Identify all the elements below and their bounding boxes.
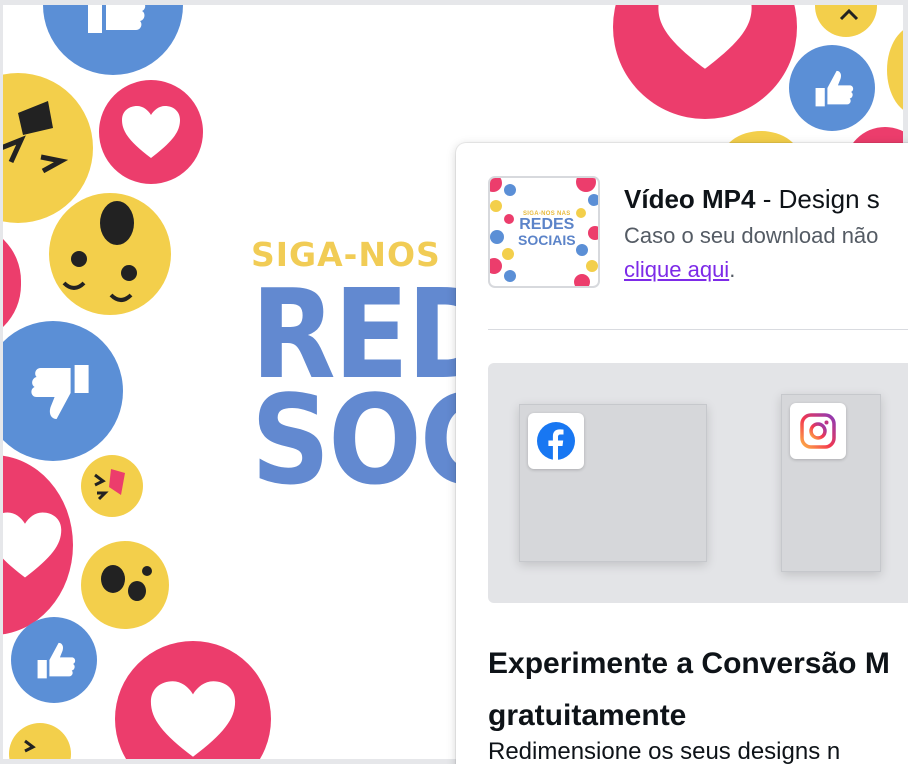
thumbnail-decoration: [576, 244, 588, 256]
design-thumbnail[interactable]: SIGA-NOS NAS REDES SOCIAIS: [488, 176, 600, 288]
instagram-icon: [800, 413, 836, 449]
heart-emoji: [115, 641, 271, 759]
like-emoji: [43, 5, 183, 75]
surprised-emoji: [49, 193, 171, 315]
thumbnail-decoration: [586, 260, 598, 272]
thumbnail-decoration: [576, 178, 596, 192]
thumbnail-decoration: [504, 270, 516, 282]
thumbnail-decoration: [504, 184, 516, 196]
link-suffix: .: [729, 257, 736, 282]
file-suffix: - Design s: [755, 184, 880, 214]
laughing-emoji: [81, 455, 143, 517]
surprised-emoji: [887, 25, 903, 115]
file-info: Vídeo MP4 - Design s Caso o seu download…: [624, 183, 880, 287]
thumbnail-decoration: [504, 214, 514, 224]
file-type: Vídeo MP4: [624, 184, 756, 214]
thumbnail-decoration: [490, 258, 502, 274]
surprised-emoji: [81, 541, 169, 629]
divider: [488, 329, 908, 330]
download-panel: SIGA-NOS NAS REDES SOCIAIS Vídeo MP4 - D…: [456, 143, 908, 764]
thumbnail-decoration: [490, 230, 504, 244]
download-note: Caso o seu download não: [624, 223, 879, 248]
thumbnail-decoration: [588, 226, 598, 240]
facebook-tile: [528, 413, 584, 469]
promo-title: Experimente a Conversão M gratuitamente: [488, 647, 890, 732]
laughing-emoji: [9, 723, 71, 759]
promo-illustration: [488, 363, 908, 603]
file-line: Vídeo MP4 - Design s: [624, 183, 880, 215]
thumbnail-line2: SOCIAIS: [518, 232, 576, 248]
heart-emoji: [3, 223, 21, 343]
thumbnail-decoration: [502, 248, 514, 260]
promo-description: Redimensione os seus designs n: [488, 738, 841, 764]
thumbnail-decoration: [574, 274, 590, 286]
heart-emoji: [613, 5, 797, 119]
click-here-link[interactable]: clique aqui: [624, 257, 729, 282]
like-emoji: [789, 45, 875, 131]
dislike-emoji: [3, 321, 123, 461]
thumbnail-decoration: [588, 194, 598, 206]
thumbnail-decoration: [576, 208, 586, 218]
thumbnail-line1: REDES: [519, 216, 575, 233]
like-emoji: [11, 617, 97, 703]
heart-emoji: [3, 455, 73, 635]
thumbnail-decoration: [490, 200, 502, 212]
heart-emoji: [99, 80, 203, 184]
laughing-emoji: [815, 5, 877, 37]
instagram-tile: [790, 403, 846, 459]
thumbnail-decoration: [490, 178, 502, 192]
facebook-icon: [537, 422, 575, 460]
thumbnail-title: SIGA-NOS NAS REDES SOCIAIS: [518, 211, 576, 247]
